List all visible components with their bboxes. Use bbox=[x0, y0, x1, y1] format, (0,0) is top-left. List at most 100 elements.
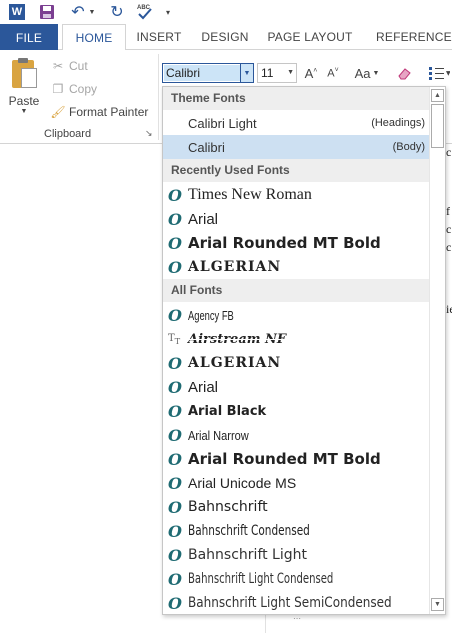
font-item-name: Arial Rounded MT Bold bbox=[188, 450, 381, 468]
scroll-thumb[interactable] bbox=[431, 104, 444, 148]
font-item-name: Arial Unicode MS bbox=[188, 475, 297, 491]
dialog-launcher-icon[interactable]: ↘ bbox=[145, 128, 153, 139]
font-name-dropdown-button[interactable]: ▼ bbox=[240, 64, 253, 82]
copy-button[interactable]: ❐ Copy bbox=[50, 79, 97, 99]
tab-references[interactable]: REFERENCES bbox=[366, 24, 452, 50]
save-button[interactable] bbox=[38, 2, 56, 22]
document-text-fragment: f bbox=[446, 204, 450, 218]
opentype-icon: O bbox=[168, 401, 182, 421]
quick-access-toolbar: W ↶ ▼ ↻ ABC ▾ bbox=[0, 0, 452, 24]
recent-font-times-new-roman[interactable]: O Times New Roman bbox=[163, 183, 429, 207]
chevron-down-icon[interactable]: ▼ bbox=[287, 64, 294, 82]
group-divider bbox=[158, 54, 159, 140]
recent-font-algerian[interactable]: O ALGERIAN bbox=[163, 255, 429, 279]
tab-insert[interactable]: INSERT bbox=[130, 24, 188, 50]
section-header-recent-fonts: Recently Used Fonts bbox=[163, 159, 429, 182]
opentype-icon: O bbox=[168, 497, 182, 517]
clear-formatting-button[interactable] bbox=[395, 64, 415, 82]
redo-icon: ↻ bbox=[110, 4, 124, 21]
font-item-calibri[interactable]: Calibri (Body) bbox=[163, 135, 429, 159]
font-bahnschrift-light-condensed[interactable]: O Bahnschrift Light Condensed bbox=[163, 567, 429, 591]
font-item-name: Calibri Light bbox=[188, 115, 257, 131]
font-dropdown-panel: Theme Fonts Calibri Light (Headings) Cal… bbox=[162, 86, 446, 615]
opentype-icon: O bbox=[168, 473, 182, 493]
font-item-name: Arial Rounded MT Bold bbox=[188, 234, 381, 252]
document-text-fragment: c bbox=[446, 145, 452, 159]
tab-file[interactable]: FILE bbox=[0, 24, 58, 51]
document-text-fragment: ie bbox=[446, 302, 452, 316]
font-item-name: Bahnschrift Light SemiCondensed bbox=[188, 595, 392, 611]
tab-home[interactable]: HOME bbox=[62, 24, 126, 51]
font-item-name: Bahnschrift Light Condensed bbox=[188, 571, 334, 587]
eraser-icon bbox=[398, 68, 411, 80]
change-case-label: Aa bbox=[354, 65, 371, 81]
undo-button[interactable]: ↶ bbox=[68, 2, 88, 22]
font-size-combobox[interactable]: 11 ▼ bbox=[257, 63, 297, 83]
paste-label: Paste bbox=[8, 94, 40, 108]
font-item-calibri-light[interactable]: Calibri Light (Headings) bbox=[163, 111, 429, 135]
clipboard-group-label: Clipboard bbox=[44, 128, 92, 140]
recent-font-arial-rounded[interactable]: O Arial Rounded MT Bold bbox=[163, 231, 429, 255]
customize-toolbar-icon: ▾ bbox=[165, 7, 170, 17]
font-list: Theme Fonts Calibri Light (Headings) Cal… bbox=[163, 87, 429, 614]
font-name-input[interactable]: Calibri bbox=[164, 65, 240, 81]
font-bahnschrift-light[interactable]: O Bahnschrift Light bbox=[163, 543, 429, 567]
scroll-up-button[interactable]: ▲ bbox=[431, 89, 444, 102]
opentype-icon: O bbox=[168, 521, 182, 541]
ribbon-tabs: FILE HOME INSERT DESIGN PAGE LAYOUT REFE… bbox=[0, 24, 452, 51]
font-bahnschrift[interactable]: O Bahnschrift bbox=[163, 495, 429, 519]
font-item-role: (Headings) bbox=[371, 117, 425, 129]
grow-font-button[interactable]: A˄ bbox=[302, 64, 320, 82]
paste-button[interactable]: Paste ▼ bbox=[6, 58, 42, 122]
customize-qat-button[interactable]: ▾ bbox=[162, 2, 174, 22]
font-agency-fb[interactable]: O Agency FB bbox=[163, 303, 429, 327]
undo-dropdown[interactable]: ▼ bbox=[88, 2, 96, 22]
font-item-name: Arial Narrow bbox=[188, 427, 249, 443]
font-airstream-nf[interactable]: TT Airstream NF bbox=[163, 327, 429, 351]
document-text-fragment: c bbox=[446, 240, 452, 254]
cut-button[interactable]: ✂ Cut bbox=[50, 56, 88, 76]
resize-grip-icon[interactable]: ⋯ bbox=[293, 615, 313, 623]
font-arial-rounded[interactable]: O Arial Rounded MT Bold bbox=[163, 447, 429, 471]
font-arial-unicode-ms[interactable]: O Arial Unicode MS bbox=[163, 471, 429, 495]
recent-font-arial[interactable]: O Arial bbox=[163, 207, 429, 231]
opentype-icon: O bbox=[168, 353, 182, 373]
font-item-name: Times New Roman bbox=[188, 186, 312, 203]
font-bahnschrift-light-semicondensed[interactable]: O Bahnschrift Light SemiCondensed bbox=[163, 591, 429, 614]
chevron-down-icon[interactable]: ▼ bbox=[6, 108, 42, 115]
font-arial[interactable]: O Arial bbox=[163, 375, 429, 399]
grow-font-icon: A˄ bbox=[304, 65, 318, 81]
tab-page-layout[interactable]: PAGE LAYOUT bbox=[262, 24, 358, 50]
font-bahnschrift-condensed[interactable]: O Bahnschrift Condensed bbox=[163, 519, 429, 543]
font-item-name: Bahnschrift bbox=[188, 499, 268, 515]
word-logo-letter: W bbox=[9, 4, 25, 20]
font-item-name: Bahnschrift Light bbox=[188, 547, 307, 563]
opentype-icon: O bbox=[168, 209, 182, 229]
spelling-button[interactable]: ABC bbox=[136, 2, 154, 22]
opentype-icon: O bbox=[168, 257, 182, 277]
scroll-down-button[interactable]: ▼ bbox=[431, 598, 444, 611]
word-logo-icon[interactable]: W bbox=[8, 2, 26, 22]
save-icon bbox=[40, 5, 54, 19]
font-item-name: Arial Black bbox=[188, 403, 267, 419]
clipboard-paste-icon bbox=[9, 58, 39, 92]
font-item-name: Arial bbox=[188, 378, 219, 396]
change-case-button[interactable]: Aa ▼ bbox=[352, 64, 382, 82]
font-arial-black[interactable]: O Arial Black bbox=[163, 399, 429, 423]
format-painter-button[interactable]: 🖌︎ Format Painter bbox=[50, 102, 148, 122]
redo-button[interactable]: ↻ bbox=[108, 2, 126, 22]
bullets-button[interactable]: ▼ bbox=[426, 64, 452, 82]
font-arial-narrow[interactable]: O Arial Narrow bbox=[163, 423, 429, 447]
font-algerian[interactable]: O ALGERIAN bbox=[163, 351, 429, 375]
svg-text:▼: ▼ bbox=[446, 70, 450, 77]
font-list-scrollbar[interactable]: ▲ ▼ bbox=[429, 87, 445, 614]
font-size-input[interactable]: 11 bbox=[261, 66, 273, 80]
shrink-font-icon: A˅ bbox=[327, 66, 339, 80]
font-item-name: Agency FB bbox=[188, 307, 234, 323]
opentype-icon: O bbox=[168, 377, 182, 397]
tab-design[interactable]: DESIGN bbox=[194, 24, 256, 50]
shrink-font-button[interactable]: A˅ bbox=[324, 64, 342, 82]
opentype-icon: O bbox=[168, 305, 182, 325]
font-item-name: Arial bbox=[188, 210, 219, 228]
font-name-combobox[interactable]: Calibri ▼ bbox=[162, 63, 254, 83]
